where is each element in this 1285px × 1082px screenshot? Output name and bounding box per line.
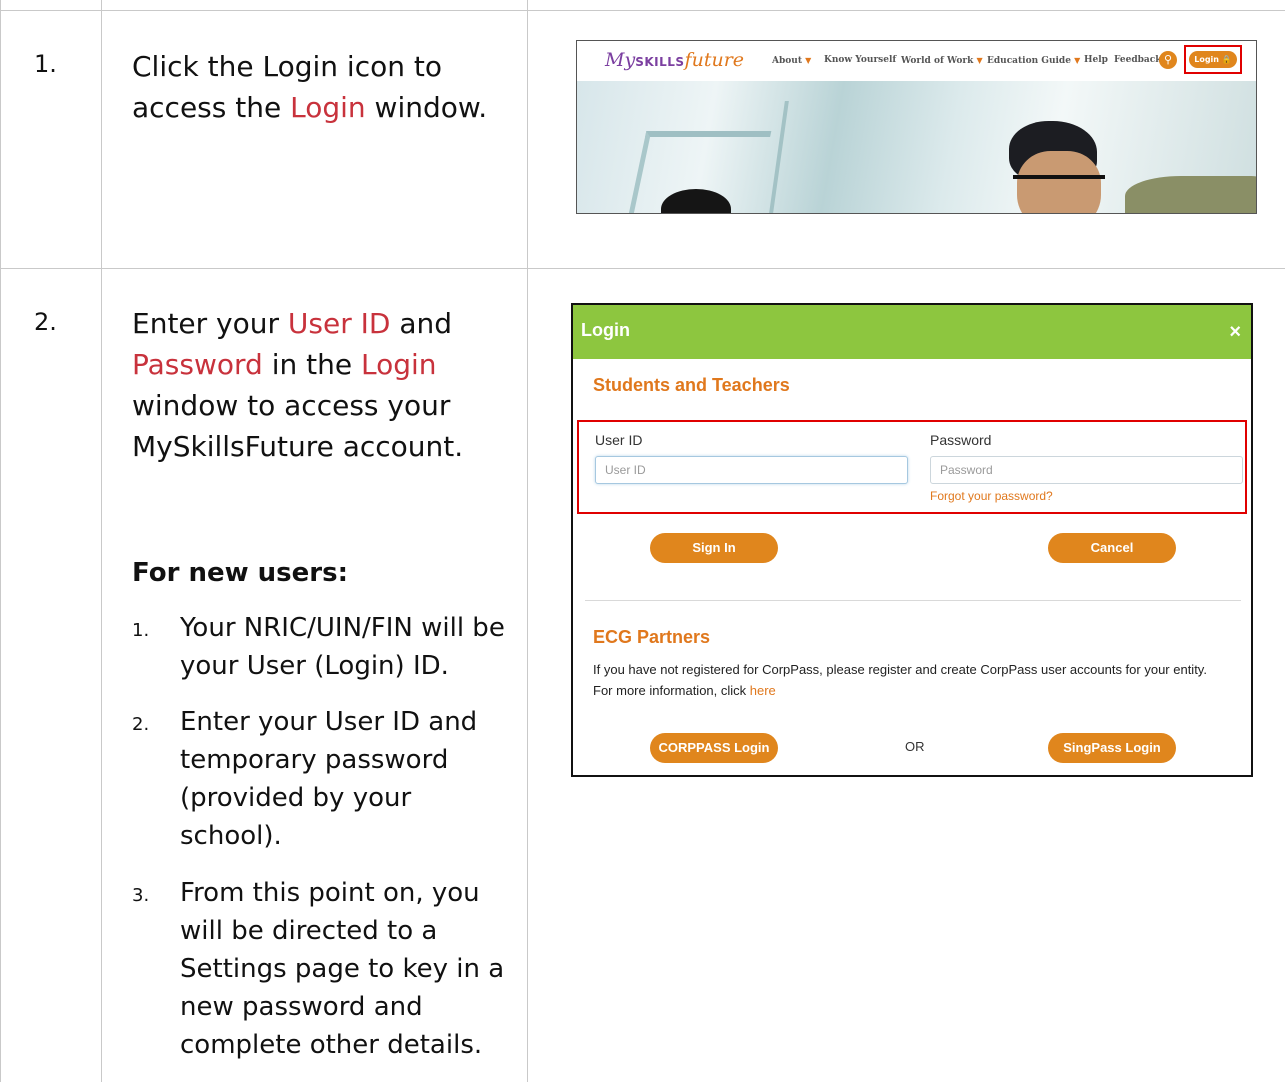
table-border-col1 <box>101 0 102 1082</box>
step-number: 1. <box>34 50 57 78</box>
highlight-login: Login <box>290 91 366 124</box>
list-text: From this point on, you will be directed… <box>180 878 505 1060</box>
login-dialog-title: Login <box>581 320 630 340</box>
here-link[interactable]: here <box>750 683 776 698</box>
myskillsfuture-logo: MySKILLSfuture <box>605 49 745 71</box>
highlight-password: Password <box>132 348 263 381</box>
password-label: Password <box>930 432 992 448</box>
user-id-input[interactable]: User ID <box>595 456 908 484</box>
table-border-top <box>0 10 1285 11</box>
hero-photo <box>577 81 1256 213</box>
nav-know-yourself[interactable]: Know Yourself <box>824 55 896 65</box>
instruction-text: in the <box>262 348 361 381</box>
step-1-instruction: Click the Login icon to access the Login… <box>132 46 502 128</box>
corppass-login-button[interactable]: CORPPASS Login <box>650 733 778 763</box>
or-separator: OR <box>905 739 925 754</box>
singpass-login-button[interactable]: SingPass Login <box>1048 733 1176 763</box>
nav-feedback[interactable]: Feedback <box>1114 55 1161 65</box>
step-number: 2. <box>34 308 57 336</box>
hero-photo-shirt <box>1125 176 1256 213</box>
site-header-screenshot: MySKILLSfuture About ▼ Know Yourself Wor… <box>576 40 1257 214</box>
ecg-info-text: If you have not registered for CorpPass,… <box>593 662 1207 698</box>
search-icon[interactable]: ⚲ <box>1159 51 1177 69</box>
list-text: Enter your User ID and temporary passwor… <box>180 707 478 851</box>
list-item: 1. Your NRIC/UIN/FIN will be your User (… <box>132 609 507 685</box>
table-border-left <box>0 0 1 1082</box>
forgot-password-link[interactable]: Forgot your password? <box>930 489 1053 503</box>
new-users-heading: For new users: <box>132 558 348 588</box>
nav-world-of-work[interactable]: World of Work ▼ <box>901 55 983 66</box>
list-number: 3. <box>132 885 150 906</box>
cancel-button[interactable]: Cancel <box>1048 533 1176 563</box>
instruction-text: and <box>390 307 453 340</box>
login-button[interactable]: Login 🔒 <box>1189 51 1237 68</box>
table-border-row-divider <box>0 268 1285 269</box>
sign-in-button[interactable]: Sign In <box>650 533 778 563</box>
section-divider <box>585 600 1241 601</box>
instruction-text: Enter your <box>132 307 288 340</box>
list-item: 3. From this point on, you will be direc… <box>132 874 507 1064</box>
close-icon[interactable]: × <box>1229 321 1241 344</box>
list-item: 2. Enter your User ID and temporary pass… <box>132 703 507 855</box>
instruction-text: window to access your MySkillsFuture acc… <box>132 389 464 463</box>
step-2-instruction: Enter your User ID and Password in the L… <box>132 303 502 467</box>
hero-photo-window-frame <box>769 101 869 213</box>
students-teachers-heading: Students and Teachers <box>593 375 790 395</box>
ecg-partners-heading: ECG Partners <box>593 627 711 647</box>
highlight-user-id: User ID <box>287 307 391 340</box>
highlight-login: Login <box>360 348 437 381</box>
user-id-label: User ID <box>595 432 643 448</box>
nav-education-guide[interactable]: Education Guide ▼ <box>987 55 1080 66</box>
hero-photo-glasses <box>1013 175 1105 193</box>
list-number: 1. <box>132 620 150 641</box>
site-header: MySKILLSfuture About ▼ Know Yourself Wor… <box>577 41 1256 81</box>
list-text: Your NRIC/UIN/FIN will be your User (Log… <box>180 613 505 681</box>
login-dialog-screenshot: Login × Students and Teachers User ID Us… <box>571 303 1253 777</box>
nav-help[interactable]: Help <box>1084 55 1108 65</box>
list-number: 2. <box>132 714 150 735</box>
table-border-col2 <box>527 0 528 1082</box>
nav-about[interactable]: About ▼ <box>772 55 811 66</box>
instruction-text: window. <box>365 91 488 124</box>
login-dialog-header: Login × <box>573 305 1251 359</box>
password-input[interactable]: Password <box>930 456 1243 484</box>
